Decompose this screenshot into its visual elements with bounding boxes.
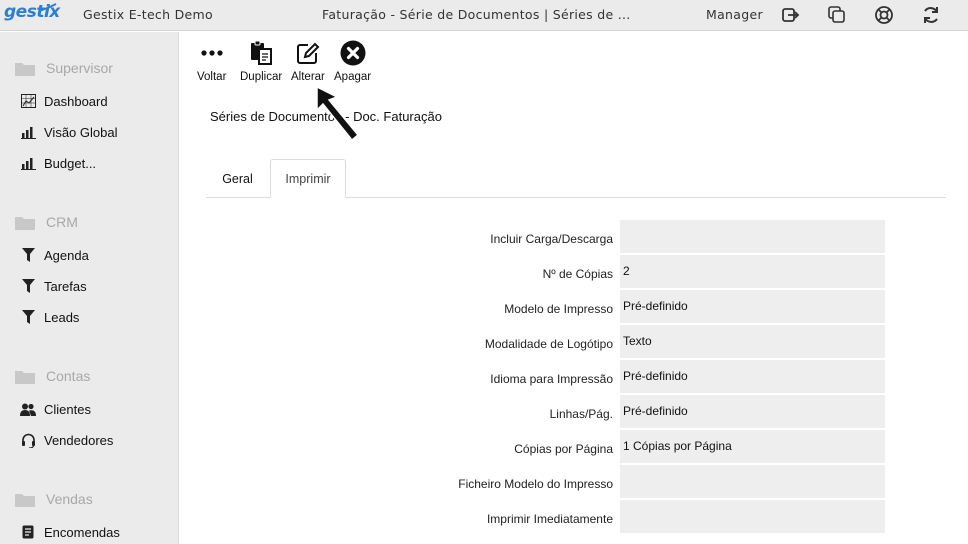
incluir-carga-field[interactable] (620, 220, 885, 253)
imprimir-imediatamente-field[interactable] (620, 500, 885, 533)
form-row-modalidade-logotipo: Modalidade de Logótipo Texto (300, 325, 886, 358)
section-title: Contas (46, 368, 91, 384)
section-title: Vendas (46, 491, 93, 507)
edit-pencil-icon (295, 40, 321, 66)
filter-icon (20, 309, 36, 325)
more-dots-icon (199, 40, 225, 66)
sidebar-item-label: Budget... (44, 155, 97, 171)
top-bar: gestix Gestix E-tech Demo Faturação - Sé… (0, 0, 968, 31)
form-row-modelo-impresso: Modelo de Impresso Pré-definido (300, 290, 886, 323)
folder-icon (15, 216, 35, 230)
modalidade-logotipo-field[interactable]: Texto (620, 325, 885, 358)
windows-icon[interactable] (827, 5, 847, 25)
ficheiro-modelo-field[interactable] (620, 465, 885, 498)
field-label: Imprimir Imediatamente (486, 512, 613, 526)
form-row-linhas-pagina: Linhas/Pág. Pré-definido (300, 395, 886, 428)
headset-icon (20, 432, 36, 448)
section-title: CRM (46, 214, 78, 230)
form-row-idioma-impressao: Idioma para Impressão Pré-definido (300, 360, 886, 393)
bar-chart-icon (20, 155, 36, 171)
sidebar-section-supervisor[interactable]: Supervisor (15, 58, 113, 78)
bar-chart-icon (20, 124, 36, 140)
form-row-imprimir-imediatamente: Imprimir Imediatamente (300, 500, 886, 533)
edit-label: Alterar (291, 71, 325, 83)
sidebar-item-label: Clientes (44, 401, 91, 417)
sidebar-item-leads[interactable]: Leads (20, 307, 79, 327)
tab-label: Imprimir (285, 171, 331, 186)
logout-icon[interactable] (780, 5, 800, 25)
sidebar-item-dashboard[interactable]: Dashboard (20, 91, 108, 111)
tab-label: Geral (222, 171, 253, 186)
sidebar-item-label: Leads (44, 309, 80, 325)
sidebar-item-label: Encomendas (44, 524, 120, 540)
delete-x-circle-icon (340, 40, 366, 66)
idioma-impressao-field[interactable]: Pré-definido (620, 360, 885, 393)
back-button[interactable]: Voltar (197, 40, 226, 83)
folder-icon (15, 493, 35, 507)
sidebar-item-label: Dashboard (44, 93, 108, 109)
field-label: Modalidade de Logótipo (484, 337, 613, 351)
copy-paste-icon (248, 40, 274, 66)
document-icon (20, 524, 36, 540)
sidebar-item-encomendas[interactable]: Encomendas (20, 522, 120, 542)
sidebar-item-tarefas[interactable]: Tarefas (20, 276, 87, 296)
delete-label: Apagar (334, 71, 372, 83)
window-title: Faturação - Série de Documentos | Séries… (322, 7, 631, 22)
field-label: Modelo de Impresso (504, 302, 613, 316)
sidebar-item-visao-global[interactable]: Visão Global (20, 122, 117, 142)
form-row-ficheiro-modelo: Ficheiro Modelo do Impresso (300, 465, 886, 498)
refresh-icon[interactable] (921, 5, 941, 25)
sidebar-item-budget[interactable]: Budget... (20, 153, 96, 173)
filter-icon (20, 278, 36, 294)
tab-geral[interactable]: Geral (206, 159, 269, 198)
duplicate-label: Duplicar (240, 71, 283, 83)
numero-copias-field[interactable]: 2 (620, 255, 885, 288)
company-name: Gestix E-tech Demo (83, 7, 213, 22)
linhas-pagina-field[interactable]: Pré-definido (620, 395, 885, 428)
page-title: Séries de Documentos - Doc. Faturação (210, 109, 442, 124)
sidebar-item-clientes[interactable]: Clientes (20, 399, 91, 419)
sidebar-item-label: Tarefas (44, 278, 87, 294)
delete-button[interactable]: Apagar (334, 40, 371, 83)
sidebar: Supervisor Dashboard Visão Global Budget… (0, 32, 179, 544)
back-label: Voltar (197, 71, 227, 83)
field-label: Ficheiro Modelo do Impresso (458, 477, 613, 491)
copias-por-pagina-field[interactable]: 1 Cópias por Página (620, 430, 885, 463)
form-row-incluir-carga: Incluir Carga/Descarga (300, 220, 886, 253)
duplicate-button[interactable]: Duplicar (240, 40, 282, 83)
tab-imprimir[interactable]: Imprimir (270, 159, 346, 198)
form-row-numero-copias: Nº de Cópias 2 (300, 255, 886, 288)
filter-icon (20, 247, 36, 263)
field-label: Nº de Cópias (542, 267, 613, 281)
field-label: Incluir Carga/Descarga (490, 232, 613, 246)
modelo-impresso-field[interactable]: Pré-definido (620, 290, 885, 323)
sidebar-section-contas[interactable]: Contas (15, 366, 90, 386)
field-label: Idioma para Impressão (490, 372, 613, 386)
sidebar-section-crm[interactable]: CRM (15, 212, 78, 232)
folder-icon (15, 370, 35, 384)
sidebar-item-label: Agenda (44, 247, 89, 263)
logo-swoosh-icon (38, 3, 57, 12)
users-icon (20, 401, 36, 417)
edit-button[interactable]: Alterar (291, 40, 325, 83)
user-name[interactable]: Manager (706, 7, 763, 22)
help-lifebuoy-icon[interactable] (874, 5, 894, 25)
sidebar-item-label: Visão Global (44, 124, 118, 140)
folder-icon (15, 62, 35, 76)
section-title: Supervisor (46, 60, 113, 76)
sidebar-section-vendas[interactable]: Vendas (15, 489, 93, 509)
field-label: Cópias por Página (514, 442, 613, 456)
form-row-copias-por-pagina: Cópias por Página 1 Cópias por Página (300, 430, 886, 463)
sidebar-item-vendedores[interactable]: Vendedores (20, 430, 113, 450)
dashboard-icon (20, 93, 36, 109)
sidebar-item-label: Vendedores (44, 432, 114, 448)
field-label: Linhas/Pág. (549, 407, 613, 421)
sidebar-item-agenda[interactable]: Agenda (20, 245, 89, 265)
